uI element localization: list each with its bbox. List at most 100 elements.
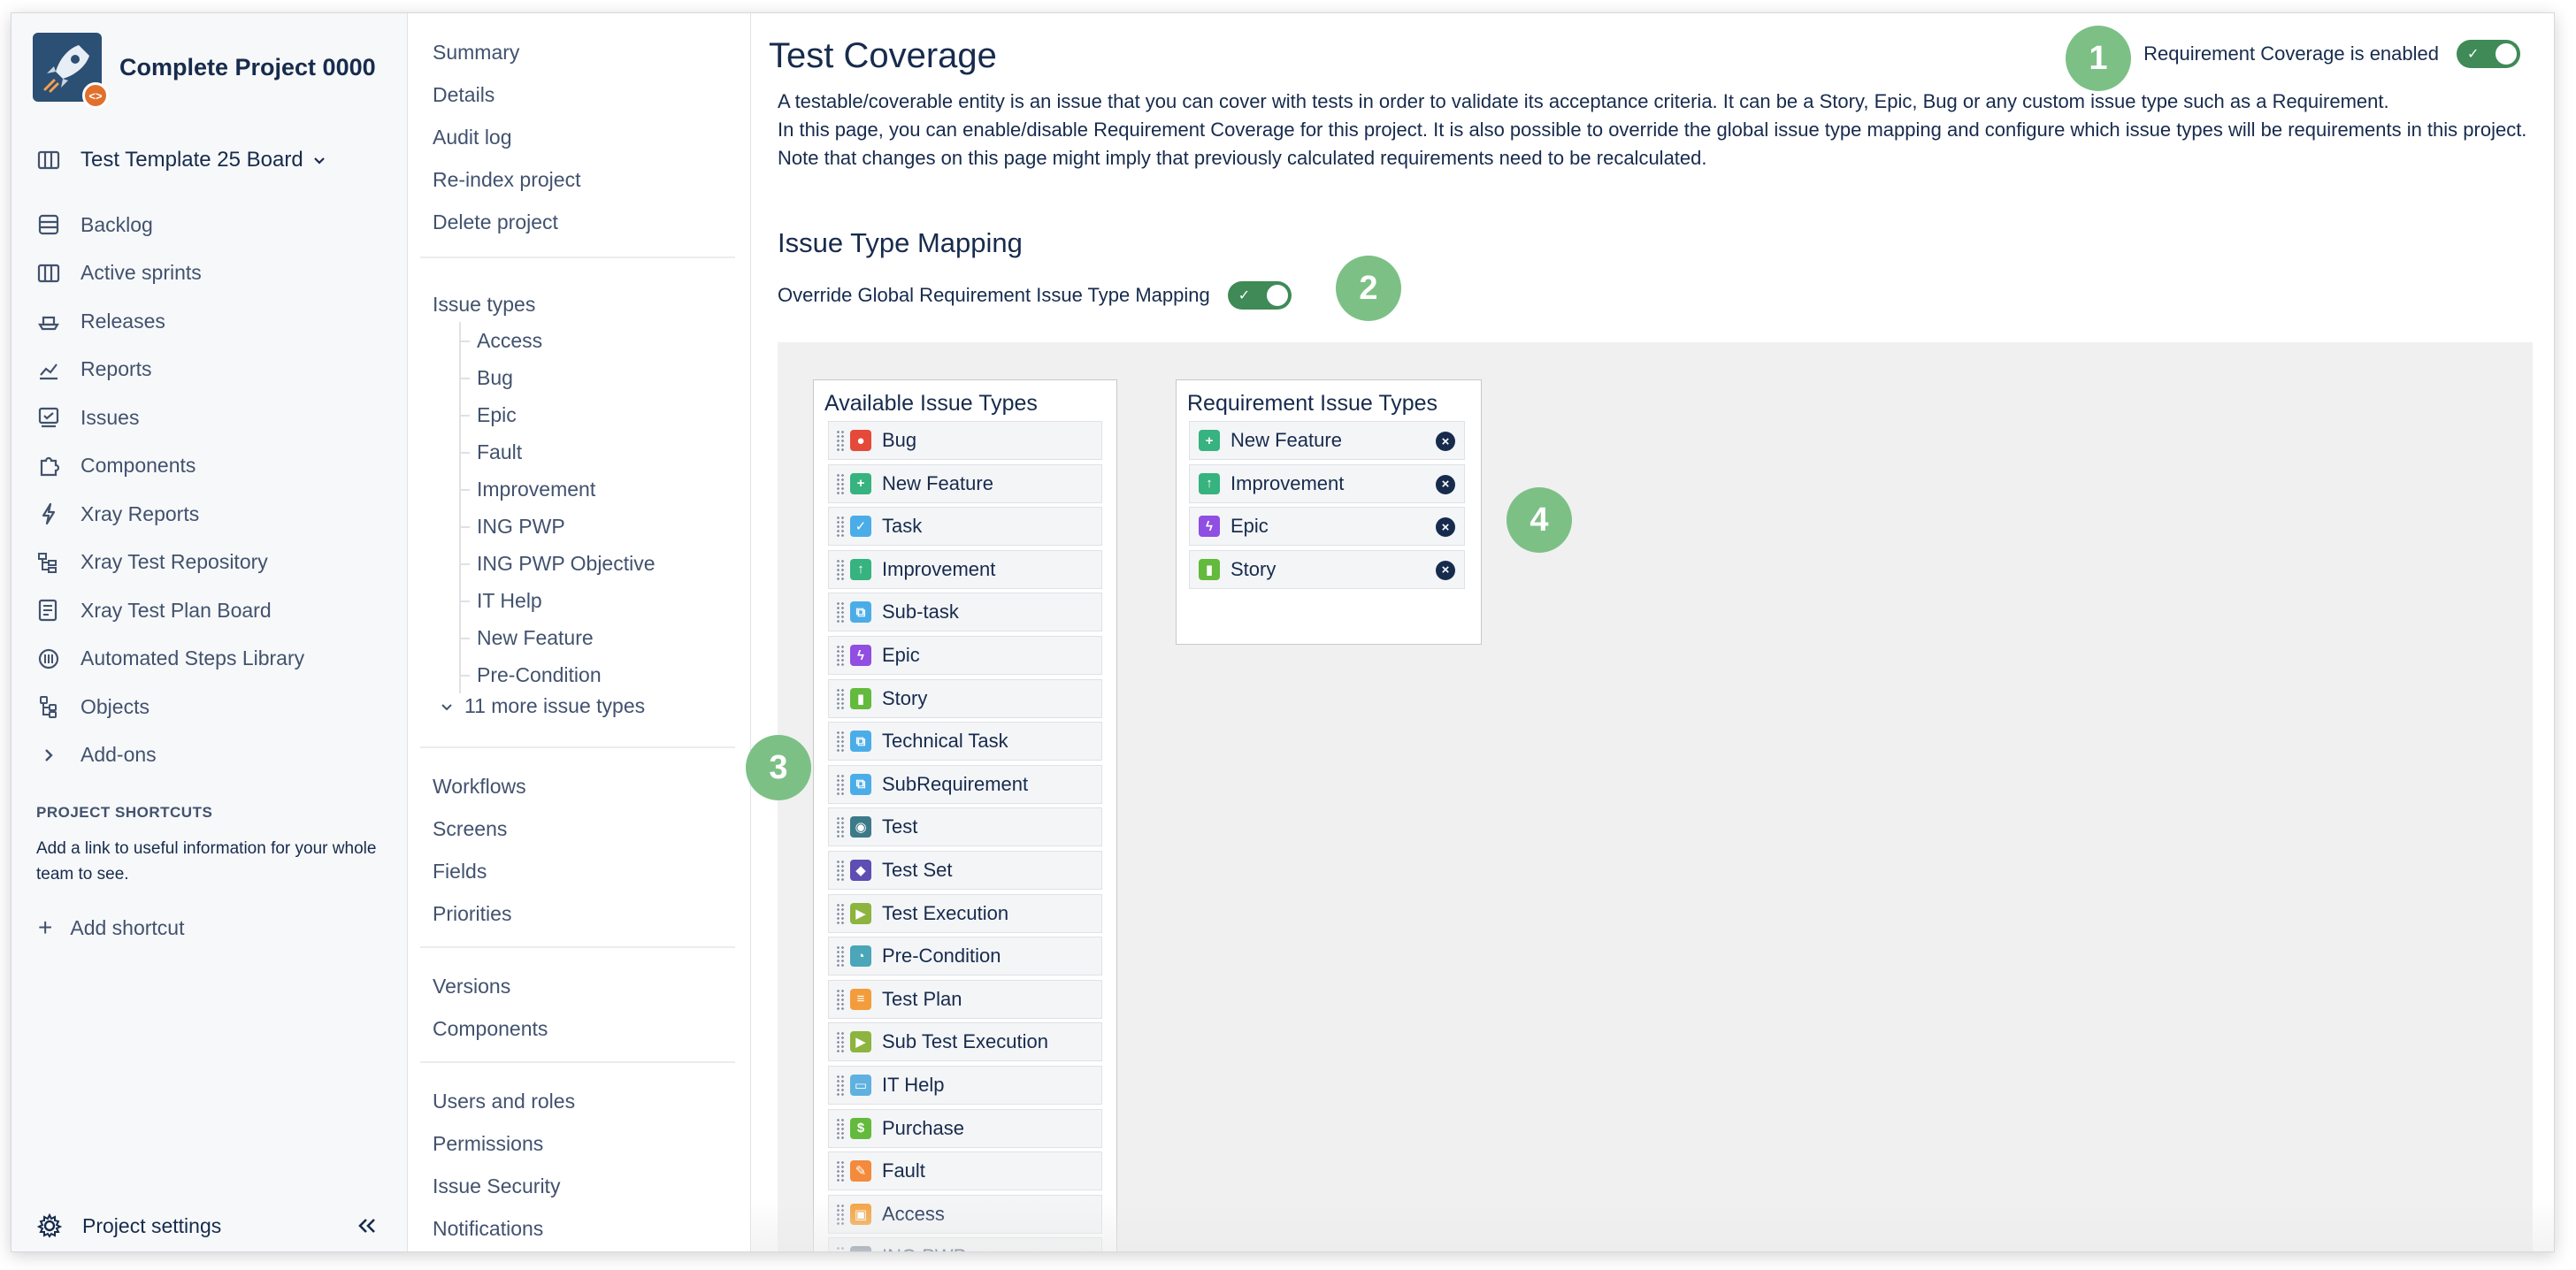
sidebar-item-objects[interactable]: Objects — [36, 683, 304, 731]
board-selector[interactable]: Test Template 25 Board — [36, 148, 326, 172]
subnav-issue-types[interactable]: Issue types — [433, 283, 535, 325]
sidebar-item-automated-steps-library[interactable]: Automated Steps Library — [36, 635, 304, 684]
available-issue-type-test-execution[interactable]: ▶ Test Execution — [828, 893, 1102, 933]
available-issue-type-new-feature[interactable]: + New Feature — [828, 463, 1102, 503]
sidebar-item-issues[interactable]: Issues — [36, 394, 304, 442]
requirement-issue-type-improvement[interactable]: ↑ Improvement × — [1189, 463, 1465, 503]
requirement-issue-type-story[interactable]: ▮ Story × — [1189, 549, 1465, 589]
available-issue-type-story[interactable]: ▮ Story — [828, 678, 1102, 718]
sidebar-item-components[interactable]: Components — [36, 442, 304, 491]
subnav-issue-type-ing-pwp[interactable]: ING PWP — [461, 508, 656, 545]
available-issue-type-fault[interactable]: ✎ Fault — [828, 1151, 1102, 1191]
subnav-issue-type-access[interactable]: Access — [461, 322, 656, 359]
sidebar-item-xray-reports[interactable]: Xray Reports — [36, 490, 304, 539]
sidebar-item-releases[interactable]: Releases — [36, 297, 304, 346]
drag-handle-icon[interactable] — [836, 601, 845, 624]
drag-handle-icon[interactable] — [836, 558, 845, 580]
subnav-notifications[interactable]: Notifications — [433, 1207, 575, 1250]
subnav-workflows[interactable]: Workflows — [433, 765, 526, 807]
subnav-issue-type-ing-pwp-objective[interactable]: ING PWP Objective — [461, 545, 656, 582]
sidebar-item-xray-test-plan-board[interactable]: Xray Test Plan Board — [36, 586, 304, 635]
sidebar-item-reports[interactable]: Reports — [36, 346, 304, 394]
remove-icon[interactable]: × — [1436, 474, 1455, 494]
available-issue-type-ing-pwp[interactable]: ◎ ING PWP — [828, 1237, 1102, 1251]
subnav-summary[interactable]: Summary — [433, 31, 580, 73]
sidebar-item-backlog[interactable]: Backlog — [36, 201, 304, 249]
project-settings-link[interactable]: Project settings — [36, 1213, 221, 1239]
requirement-issue-type-epic[interactable]: ϟ Epic × — [1189, 507, 1465, 547]
collapse-sidebar-button[interactable] — [349, 1213, 385, 1239]
drag-handle-icon[interactable] — [836, 1075, 845, 1096]
available-issue-type-epic[interactable]: ϟ Epic — [828, 636, 1102, 675]
available-issue-type-technical-task[interactable]: ⧉ Technical Task — [828, 722, 1102, 761]
drag-handle-icon[interactable] — [836, 860, 845, 881]
sidebar-item-active-sprints[interactable]: Active sprints — [36, 249, 304, 298]
project-header[interactable]: <> Complete Project 0000 — [33, 33, 376, 109]
subnav-issue-security[interactable]: Issue Security — [433, 1165, 575, 1207]
subnav-screens[interactable]: Screens — [433, 807, 526, 850]
subnav-reindex-project[interactable]: Re-index project — [433, 158, 580, 201]
override-mapping-toggle[interactable]: ✓ — [1227, 281, 1292, 310]
available-issue-type-test-plan[interactable]: ≡ Test Plan — [828, 979, 1102, 1019]
subnav-issue-type-fault[interactable]: Fault — [461, 433, 656, 471]
drag-handle-icon[interactable] — [836, 1117, 845, 1139]
available-issue-types-list: Available Issue Types ● Bug + New Feature ✓ T… — [813, 379, 1117, 1251]
available-issue-type-improvement[interactable]: ↑ Improvement — [828, 549, 1102, 589]
subnav-components[interactable]: Components — [433, 1007, 548, 1050]
subnav-issue-type-pre-condition[interactable]: Pre-Condition — [461, 656, 656, 693]
drag-handle-icon[interactable] — [836, 645, 845, 666]
subnav-issue-type-epic[interactable]: Epic — [461, 396, 656, 433]
drag-handle-icon[interactable] — [836, 816, 845, 838]
available-issue-type-it-help[interactable]: ▭ IT Help — [828, 1066, 1102, 1105]
remove-icon[interactable]: × — [1436, 517, 1455, 538]
remove-icon[interactable]: × — [1436, 560, 1455, 580]
drag-handle-icon[interactable] — [836, 1246, 845, 1251]
coverage-toggle[interactable]: ✓ — [2457, 40, 2520, 68]
available-issue-type-sub-test-execution[interactable]: ▶ Sub Test Execution — [828, 1022, 1102, 1062]
subnav-audit-log[interactable]: Audit log — [433, 116, 580, 158]
remove-icon[interactable]: × — [1436, 432, 1455, 451]
drag-handle-icon[interactable] — [836, 1160, 845, 1182]
subnav-users-and-roles[interactable]: Users and roles — [433, 1080, 575, 1122]
available-issue-type-sub-task[interactable]: ⧉ Sub-task — [828, 593, 1102, 632]
available-issue-type-test-set[interactable]: ◆ Test Set — [828, 851, 1102, 890]
subnav-delete-project[interactable]: Delete project — [433, 201, 580, 243]
available-issue-type-purchase[interactable]: $ Purchase — [828, 1108, 1102, 1148]
available-issue-type-task[interactable]: ✓ Task — [828, 507, 1102, 547]
subnav-fields[interactable]: Fields — [433, 850, 526, 892]
subnav-issue-type-it-help[interactable]: IT Help — [461, 582, 656, 619]
available-issue-types-title: Available Issue Types — [824, 391, 1038, 416]
subnav-issue-type-improvement[interactable]: Improvement — [461, 471, 656, 508]
drag-handle-icon[interactable] — [836, 902, 845, 924]
issue-type-label: Improvement — [882, 557, 996, 580]
subnav-issue-type-new-feature[interactable]: New Feature — [461, 619, 656, 656]
available-issue-type-bug[interactable]: ● Bug — [828, 421, 1102, 460]
subnav-permissions[interactable]: Permissions — [433, 1122, 575, 1165]
available-issue-type-pre-condition[interactable]: ◔ Pre-Condition — [828, 937, 1102, 976]
subnav-issue-type-bug[interactable]: Bug — [461, 359, 656, 396]
requirement-issue-type-new-feature[interactable]: + New Feature × — [1189, 421, 1465, 460]
issue-type-label: Story — [1230, 557, 1276, 580]
add-shortcut-button[interactable]: + Add shortcut — [38, 915, 185, 940]
subnav-priorities[interactable]: Priorities — [433, 892, 526, 935]
subnav-details[interactable]: Details — [433, 73, 580, 116]
drag-handle-icon[interactable] — [836, 731, 845, 753]
drag-handle-icon[interactable] — [836, 773, 845, 795]
more-issue-types-toggle[interactable]: 11 more issue types — [440, 694, 645, 718]
subnav-versions[interactable]: Versions — [433, 965, 548, 1007]
drag-handle-icon[interactable] — [836, 945, 845, 968]
issue-type-icon: ⧉ — [850, 601, 871, 624]
sidebar-item-xray-test-repository[interactable]: Xray Test Repository — [36, 539, 304, 587]
drag-handle-icon[interactable] — [836, 1203, 845, 1225]
available-issue-type-test[interactable]: ◉ Test — [828, 807, 1102, 847]
drag-handle-icon[interactable] — [836, 430, 845, 451]
drag-handle-icon[interactable] — [836, 1031, 845, 1053]
drag-handle-icon[interactable] — [836, 687, 845, 709]
available-issue-type-subrequirement[interactable]: ⧉ SubRequirement — [828, 764, 1102, 804]
drag-handle-icon[interactable] — [836, 988, 845, 1010]
available-issue-type-access[interactable]: ▣ Access — [828, 1194, 1102, 1234]
subnav-divider — [420, 1061, 735, 1063]
drag-handle-icon[interactable] — [836, 472, 845, 494]
sidebar-item-add-ons[interactable]: Add-ons — [36, 731, 304, 780]
drag-handle-icon[interactable] — [836, 516, 845, 538]
